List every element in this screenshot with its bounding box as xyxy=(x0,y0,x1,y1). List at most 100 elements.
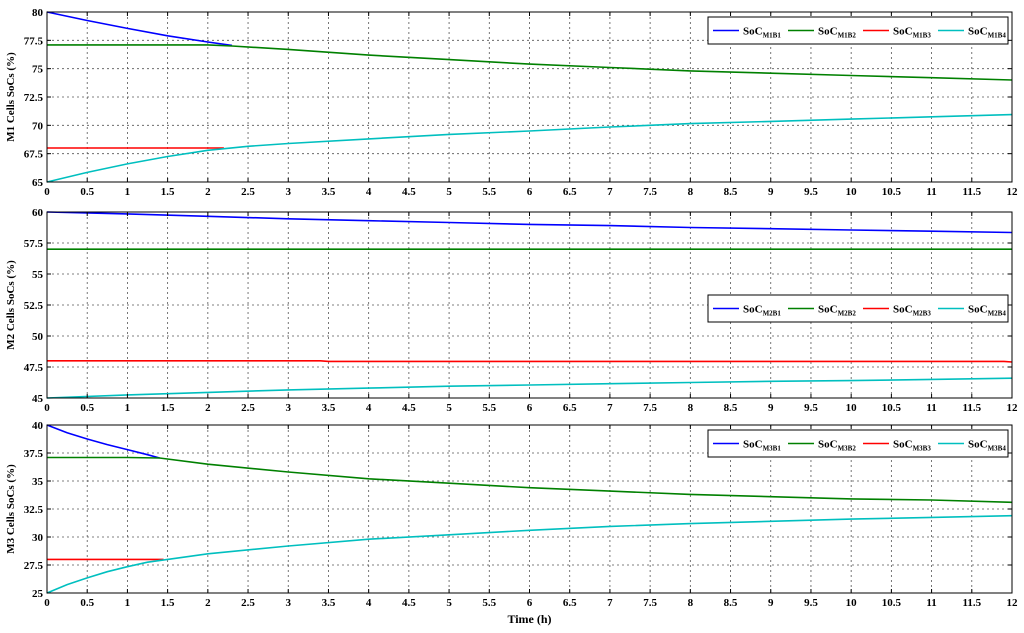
x-tick-label: 1.5 xyxy=(161,402,175,414)
x-tick-label: 7.5 xyxy=(643,186,657,198)
x-tick-label: 3.5 xyxy=(322,402,336,414)
chart-panel-2: 0 0.5 1 1.5 2 2.5 3 3.5 4 4.5 5 5.5 6 6.5 7 7.5 8 8.5 9 9.5… xyxy=(5,207,1018,414)
y-tick-label: 52.5 xyxy=(24,300,44,312)
y-tick-label: 37.5 xyxy=(24,448,44,460)
x-tick-label: 2 xyxy=(205,597,211,609)
x-tick-label: 7.5 xyxy=(643,402,657,414)
x-tick-label: 2.5 xyxy=(241,597,255,609)
x-tick-label: 1 xyxy=(125,186,131,198)
y-tick-label: 67.5 xyxy=(24,149,44,161)
x-tick-label: 6 xyxy=(527,186,533,198)
x-tick-label: 11 xyxy=(926,402,936,414)
x-axis-label: Time (h) xyxy=(507,612,551,626)
y-tick-label: 55 xyxy=(32,269,44,281)
x-tick-label: 9 xyxy=(768,597,774,609)
y-tick-label: 77.5 xyxy=(24,35,44,47)
x-tick-label: 5 xyxy=(446,402,452,414)
x-tick-label: 8 xyxy=(688,402,694,414)
x-tick-label: 12 xyxy=(1007,402,1019,414)
y-tick-label: 27.5 xyxy=(24,560,44,572)
x-tick-label: 11 xyxy=(926,186,936,198)
x-tick-label: 2.5 xyxy=(241,402,255,414)
x-tick-label: 2 xyxy=(205,402,211,414)
x-tick-label: 8.5 xyxy=(724,402,738,414)
x-tick-label: 11.5 xyxy=(962,597,981,609)
x-tick-label: 10 xyxy=(846,597,858,609)
x-tick-label: 0.5 xyxy=(80,186,94,198)
x-tick-label: 3.5 xyxy=(322,597,336,609)
x-tick-label: 10 xyxy=(846,402,858,414)
x-tick-label: 1.5 xyxy=(161,597,175,609)
y-tick-label: 25 xyxy=(32,588,44,600)
x-tick-label: 9 xyxy=(768,186,774,198)
x-tick-label: 4 xyxy=(366,186,372,198)
x-tick-label: 9 xyxy=(768,402,774,414)
x-tick-label: 3 xyxy=(286,186,292,198)
x-tick-label: 9.5 xyxy=(804,402,818,414)
y-tick-label: 32.5 xyxy=(24,504,44,516)
x-tick-label: 1.5 xyxy=(161,186,175,198)
x-tick-label: 2.5 xyxy=(241,186,255,198)
x-tick-label: 7 xyxy=(607,402,613,414)
x-tick-label: 5 xyxy=(446,186,452,198)
x-tick-label: 6 xyxy=(527,402,533,414)
x-tick-label: 0.5 xyxy=(80,402,94,414)
y-axis-label: M3 Cells SoCs (%) xyxy=(5,464,17,554)
x-tick-label: 12 xyxy=(1007,597,1019,609)
y-tick-label: 72.5 xyxy=(24,92,44,104)
y-tick-label: 35 xyxy=(32,476,44,488)
x-tick-label: 0 xyxy=(44,402,50,414)
x-tick-label: 7 xyxy=(607,186,613,198)
y-tick-label: 80 xyxy=(32,7,44,19)
y-axis-label: M2 Cells SoCs (%) xyxy=(5,260,17,350)
x-tick-label: 7 xyxy=(607,597,613,609)
x-tick-label: 0.5 xyxy=(80,597,94,609)
x-tick-label: 5 xyxy=(446,597,452,609)
legend: SoCM1B1 SoCM1B2 SoCM1B3 SoCM1B4 xyxy=(707,16,1009,45)
x-tick-label: 4 xyxy=(366,597,372,609)
x-tick-label: 8.5 xyxy=(724,186,738,198)
x-tick-label: 4.5 xyxy=(402,597,416,609)
x-tick-label: 4 xyxy=(366,402,372,414)
x-tick-label: 2 xyxy=(205,186,211,198)
chart-panel-3: 0 0.5 1 1.5 2 2.5 3 3.5 4 4.5 5 5.5 6 6.5 7 7.5 8 8.5 9 9.5… xyxy=(5,420,1018,626)
x-tick-label: 4.5 xyxy=(402,186,416,198)
y-tick-label: 57.5 xyxy=(24,238,44,250)
x-tick-label: 7.5 xyxy=(643,597,657,609)
x-tick-label: 10.5 xyxy=(882,597,902,609)
x-tick-label: 5.5 xyxy=(482,186,496,198)
legend: SoCM2B1 SoCM2B2 SoCM2B3 SoCM2B4 xyxy=(707,294,1009,323)
chart-panel-1: 0 0.5 1 1.5 2 2.5 3 3.5 4 4.5 5 5.5 6 6.5 7 7.5 8 8.5 9 9.5… xyxy=(5,7,1018,198)
x-tick-label: 11.5 xyxy=(962,402,981,414)
figure-canvas: 0 0.5 1 1.5 2 2.5 3 3.5 4 4.5 5 5.5 6 6.5 7 7.5 8 8.5 9 9.5… xyxy=(5,7,1018,626)
x-tick-label: 1 xyxy=(125,597,131,609)
x-tick-label: 0 xyxy=(44,597,50,609)
x-tick-label: 6.5 xyxy=(563,597,577,609)
x-tick-label: 6 xyxy=(527,597,533,609)
y-tick-label: 30 xyxy=(32,532,44,544)
x-tick-label: 5.5 xyxy=(482,597,496,609)
x-tick-label: 6.5 xyxy=(563,186,577,198)
x-tick-label: 11 xyxy=(926,597,936,609)
x-tick-label: 6.5 xyxy=(563,402,577,414)
x-tick-label: 10.5 xyxy=(882,186,902,198)
y-tick-label: 47.5 xyxy=(24,362,44,374)
x-tick-label: 9.5 xyxy=(804,186,818,198)
x-tick-label: 10 xyxy=(846,186,858,198)
y-tick-label: 75 xyxy=(32,64,44,76)
x-tick-label: 4.5 xyxy=(402,402,416,414)
y-tick-label: 65 xyxy=(32,177,44,189)
x-tick-label: 3 xyxy=(286,597,292,609)
y-tick-label: 70 xyxy=(32,120,44,132)
legend: SoCM3B1 SoCM3B2 SoCM3B3 SoCM3B4 xyxy=(707,429,1009,458)
y-tick-label: 45 xyxy=(32,393,44,405)
x-tick-label: 0 xyxy=(44,186,50,198)
x-tick-label: 11.5 xyxy=(962,186,981,198)
x-tick-label: 5.5 xyxy=(482,402,496,414)
x-tick-label: 12 xyxy=(1007,186,1019,198)
x-tick-label: 3 xyxy=(286,402,292,414)
x-tick-label: 1 xyxy=(125,402,131,414)
y-tick-label: 60 xyxy=(32,207,44,219)
x-tick-label: 8 xyxy=(688,597,694,609)
x-tick-label: 8 xyxy=(688,186,694,198)
